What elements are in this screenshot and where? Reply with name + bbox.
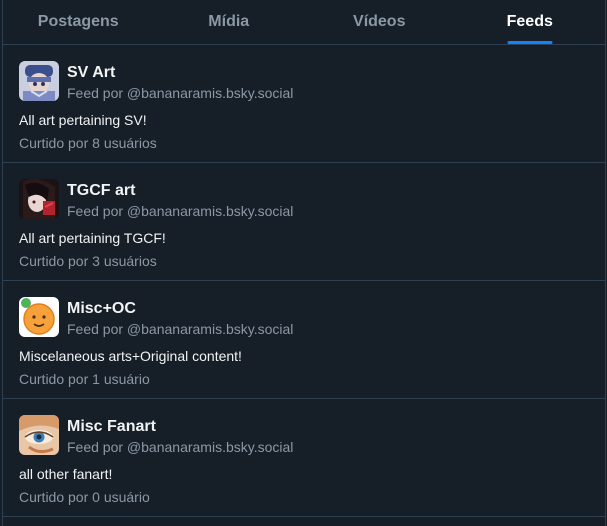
feed-title: Misc Fanart: [67, 418, 156, 435]
tab-label: Mídia: [208, 13, 250, 30]
feed-like-count: Curtido por 8 usuários: [19, 135, 157, 151]
feed-like-count: Curtido por 3 usuários: [19, 253, 157, 269]
misc-fanart-avatar: [19, 415, 59, 455]
feed-title: Misc+OC: [67, 300, 136, 317]
feed-description: All art pertaining TGCF!: [19, 230, 166, 246]
feed-description: Miscelaneous arts+Original content!: [19, 348, 242, 364]
profile-tabs: Postagens Mídia Vídeos Feeds: [3, 0, 605, 45]
feed-author: Feed por @bananaramis.bsky.social: [67, 321, 294, 337]
active-tab-indicator: [507, 41, 553, 44]
tab-label: Feeds: [506, 13, 553, 30]
feed-item[interactable]: Misc Fanart Feed por @bananaramis.bsky.s…: [3, 399, 605, 517]
tgcf-art-avatar: [19, 179, 59, 219]
feed-description: all other fanart!: [19, 466, 113, 482]
feed-author: Feed por @bananaramis.bsky.social: [67, 85, 294, 101]
feed-item[interactable]: Misc+OC Feed por @bananaramis.bsky.socia…: [3, 281, 605, 399]
misc-oc-avatar: [19, 297, 59, 337]
tab-feeds[interactable]: Feeds: [455, 0, 606, 44]
sv-art-avatar: [19, 61, 59, 101]
feed-like-count: Curtido por 1 usuário: [19, 371, 150, 387]
tab-postagens[interactable]: Postagens: [3, 0, 154, 44]
profile-feeds-panel: Postagens Mídia Vídeos Feeds SV Art Feed…: [2, 0, 606, 526]
feed-author: Feed por @bananaramis.bsky.social: [67, 439, 294, 455]
feed-item[interactable]: SV Art Feed por @bananaramis.bsky.social…: [3, 45, 605, 163]
feed-description: All art pertaining SV!: [19, 112, 147, 128]
tab-label: Postagens: [37, 13, 119, 30]
tab-videos[interactable]: Vídeos: [304, 0, 455, 44]
feed-author: Feed por @bananaramis.bsky.social: [67, 203, 294, 219]
feed-item[interactable]: TGCF art Feed por @bananaramis.bsky.soci…: [3, 163, 605, 281]
feed-like-count: Curtido por 0 usuário: [19, 489, 150, 505]
tab-label: Vídeos: [353, 13, 406, 30]
tab-midia[interactable]: Mídia: [154, 0, 305, 44]
feed-title: SV Art: [67, 64, 116, 81]
feed-title: TGCF art: [67, 182, 136, 199]
